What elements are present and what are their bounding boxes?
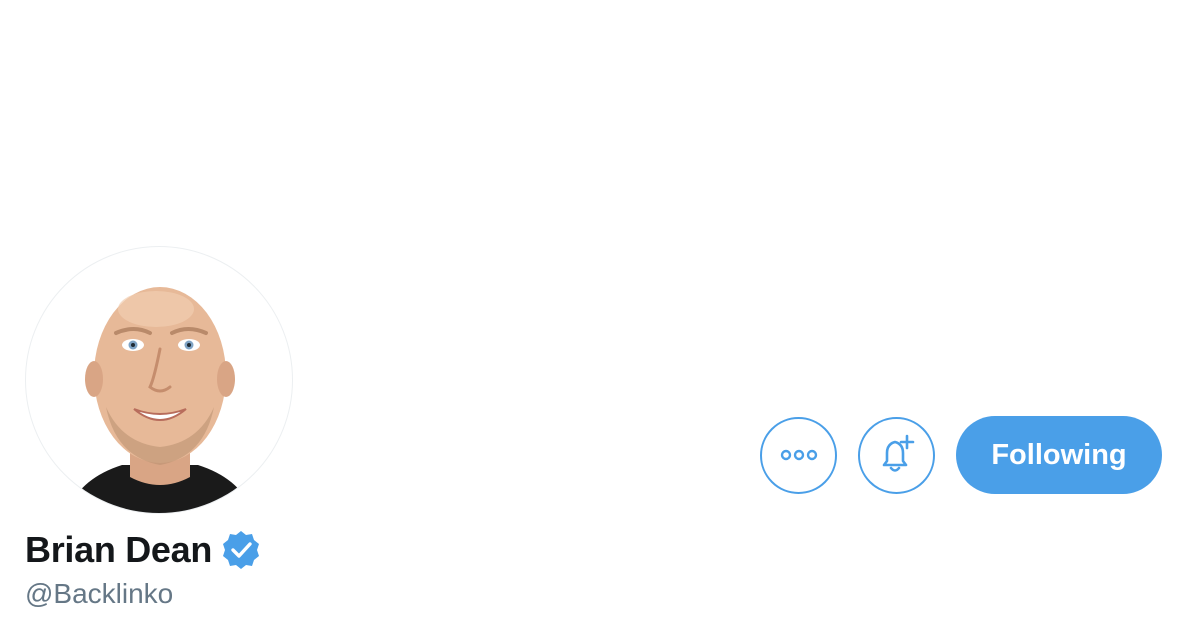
avatar-photo-icon bbox=[66, 287, 254, 513]
user-handle: @Backlinko bbox=[25, 578, 174, 609]
following-button[interactable]: Following bbox=[956, 416, 1162, 494]
display-name: Brian Dean bbox=[25, 529, 213, 570]
profile-header: Following Brian Dean @Backlinko bbox=[0, 0, 1190, 638]
profile-actions: Following bbox=[760, 416, 1162, 494]
more-options-icon bbox=[780, 449, 817, 461]
profile-avatar[interactable] bbox=[25, 246, 293, 514]
verified-badge-icon bbox=[223, 531, 260, 569]
bell-plus-icon bbox=[882, 434, 914, 472]
notifications-button[interactable] bbox=[858, 416, 935, 494]
more-options-button[interactable] bbox=[760, 416, 837, 494]
name-row: Brian Dean bbox=[25, 528, 262, 572]
